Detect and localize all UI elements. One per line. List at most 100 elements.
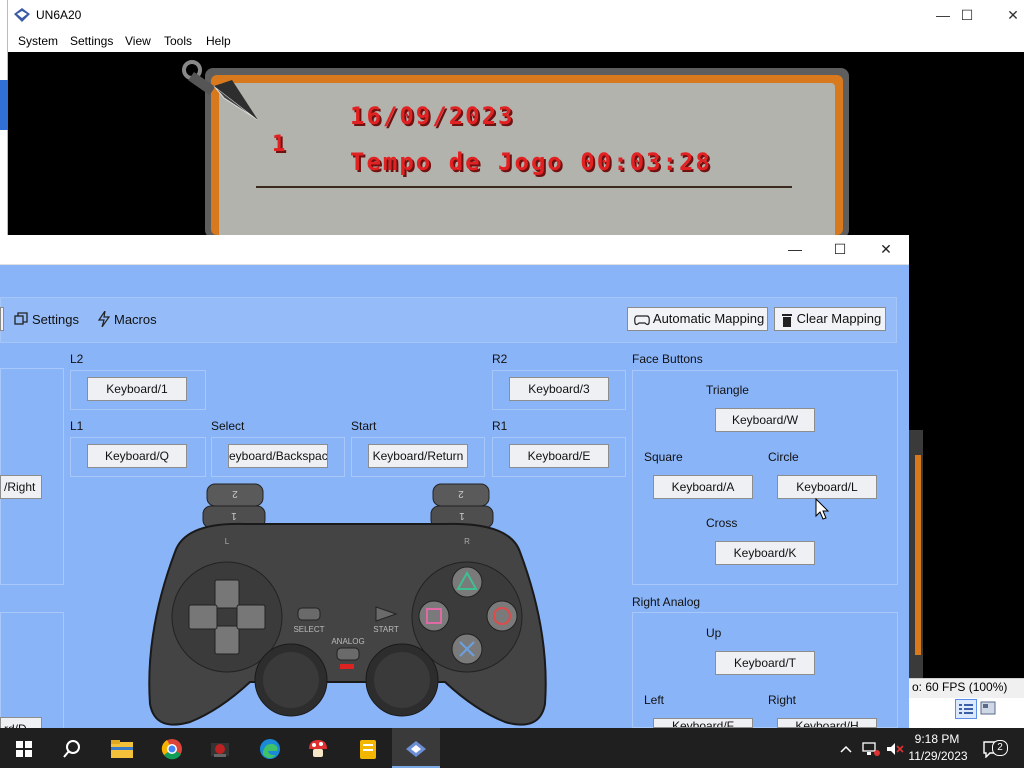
- taskbar-clock-time[interactable]: 9:18 PM: [912, 732, 962, 746]
- l1-label: L1: [70, 419, 84, 433]
- select-binding[interactable]: eyboard/Backspac: [228, 444, 328, 468]
- notification-center-button[interactable]: 2: [982, 728, 1008, 768]
- analog-button: [336, 647, 360, 661]
- select-label: Select: [211, 419, 245, 433]
- list-view-button[interactable]: [955, 699, 977, 719]
- menu-system[interactable]: System: [18, 34, 58, 48]
- start-mark: START: [373, 625, 399, 634]
- right-analog-left-label: Left: [644, 693, 665, 707]
- trash-icon: [782, 313, 792, 327]
- settings-tab[interactable]: Settings: [32, 312, 79, 327]
- lightning-icon: [98, 311, 110, 327]
- tray-chevron-icon[interactable]: [840, 728, 852, 768]
- face-buttons-title: Face Buttons: [632, 352, 703, 366]
- right-analog-left-binding[interactable]: Keyboard/F: [653, 718, 753, 728]
- dpad-right: [236, 604, 266, 630]
- fps-readout: o: 60 FPS (100%): [912, 680, 1008, 694]
- gamepad-icon: [634, 314, 650, 325]
- square-button: [418, 600, 450, 632]
- taskbar-mushroom-app[interactable]: [294, 728, 342, 768]
- game-save-date: 16/09/2023: [350, 102, 515, 130]
- windows-start-button[interactable]: [0, 728, 48, 768]
- r-mark: R: [464, 537, 470, 546]
- mouse-cursor-icon: [815, 498, 830, 520]
- r1-mark: 1: [459, 510, 465, 521]
- square-binding[interactable]: Keyboard/A: [653, 475, 753, 499]
- background-window-accent: [0, 80, 8, 130]
- r1-binding[interactable]: Keyboard/E: [509, 444, 609, 468]
- taskbar-search-button[interactable]: [48, 728, 96, 768]
- l1-binding[interactable]: Keyboard/Q: [87, 444, 187, 468]
- dpad-down: [214, 625, 240, 655]
- r2-binding[interactable]: Keyboard/3: [509, 377, 609, 401]
- right-analog-right-binding[interactable]: Keyboard/H: [777, 718, 877, 728]
- start-label: Start: [351, 419, 377, 433]
- kunai-icon: [182, 60, 259, 121]
- clear-mapping-button[interactable]: Clear Mapping: [774, 307, 886, 331]
- analog-mark: ANALOG: [331, 637, 364, 646]
- start-binding[interactable]: Keyboard/Return: [368, 444, 468, 468]
- r2-mark: 2: [458, 488, 464, 499]
- l2-mark: 2: [232, 488, 238, 499]
- triangle-binding[interactable]: Keyboard/W: [715, 408, 815, 432]
- dpad-right-binding[interactable]: /Right: [0, 475, 42, 499]
- automatic-mapping-label: Automatic Mapping: [652, 311, 765, 326]
- analog-led: [340, 664, 354, 669]
- notification-badge: 2: [992, 740, 1008, 756]
- menu-help[interactable]: Help: [206, 34, 231, 48]
- controller-maximize-button[interactable]: ☐: [817, 235, 863, 265]
- menu-view[interactable]: View: [125, 34, 151, 48]
- emulator-maximize-button[interactable]: ☐: [944, 0, 990, 32]
- triangle-label: Triangle: [706, 383, 749, 397]
- game-play-time: Tempo de Jogo 00:03:28: [350, 148, 712, 176]
- taskbar-game-app[interactable]: [196, 728, 244, 768]
- volume-muted-icon[interactable]: [886, 728, 904, 768]
- search-icon: [63, 740, 80, 758]
- taskbar-emulator[interactable]: [392, 728, 440, 768]
- circle-button: [486, 600, 518, 632]
- left-analog-group: [0, 612, 64, 732]
- left-stick: [263, 652, 319, 708]
- detail-view-button[interactable]: [978, 699, 1000, 719]
- circle-label: Circle: [768, 450, 799, 464]
- list-view-icon: [959, 704, 973, 714]
- mushroom-icon: [309, 740, 327, 758]
- circle-binding[interactable]: Keyboard/L: [777, 475, 877, 499]
- r2-label: R2: [492, 352, 508, 366]
- square-label: Square: [644, 450, 683, 464]
- macros-tab[interactable]: Macros: [114, 312, 157, 327]
- menu-settings[interactable]: Settings: [70, 34, 113, 48]
- cross-binding[interactable]: Keyboard/K: [715, 541, 815, 565]
- emulator-logo-icon: [14, 8, 30, 22]
- edge-icon: [260, 739, 280, 760]
- settings-icon: [14, 312, 28, 325]
- controller-close-button[interactable]: ✕: [863, 235, 909, 265]
- dpad-up: [214, 579, 240, 609]
- l2-label: L2: [70, 352, 84, 366]
- l2-binding[interactable]: Keyboard/1: [87, 377, 187, 401]
- l1-mark: 1: [231, 510, 237, 521]
- gamepad-illustration: 2 2 1 1 L R SELECT START ANALOG: [148, 483, 547, 726]
- taskbar-chrome[interactable]: [148, 728, 196, 768]
- l-mark: L: [225, 537, 230, 546]
- taskbar-clock-date[interactable]: 11/29/2023: [906, 749, 970, 763]
- dpad-left: [188, 604, 218, 630]
- right-analog-title: Right Analog: [632, 595, 701, 609]
- taskbar-edge[interactable]: [246, 728, 294, 768]
- right-analog-up-binding[interactable]: Keyboard/T: [715, 651, 815, 675]
- game-panel-right-accent: [915, 455, 921, 655]
- menu-tools[interactable]: Tools: [164, 34, 192, 48]
- select-mark: SELECT: [293, 625, 324, 634]
- toolbar-cut-button[interactable]: [0, 307, 4, 331]
- emulator-close-button[interactable]: ✕: [990, 0, 1024, 32]
- network-icon[interactable]: [862, 728, 880, 768]
- folder-icon: [111, 740, 133, 759]
- clear-mapping-label: Clear Mapping: [796, 311, 882, 326]
- controller-minimize-button[interactable]: —: [772, 235, 818, 265]
- cross-label: Cross: [706, 516, 738, 530]
- taskbar-notes-app[interactable]: [344, 728, 392, 768]
- taskbar-file-explorer[interactable]: [98, 728, 146, 768]
- automatic-mapping-button[interactable]: Automatic Mapping: [627, 307, 768, 331]
- right-analog-up-label: Up: [706, 626, 722, 640]
- chrome-icon: [161, 739, 182, 760]
